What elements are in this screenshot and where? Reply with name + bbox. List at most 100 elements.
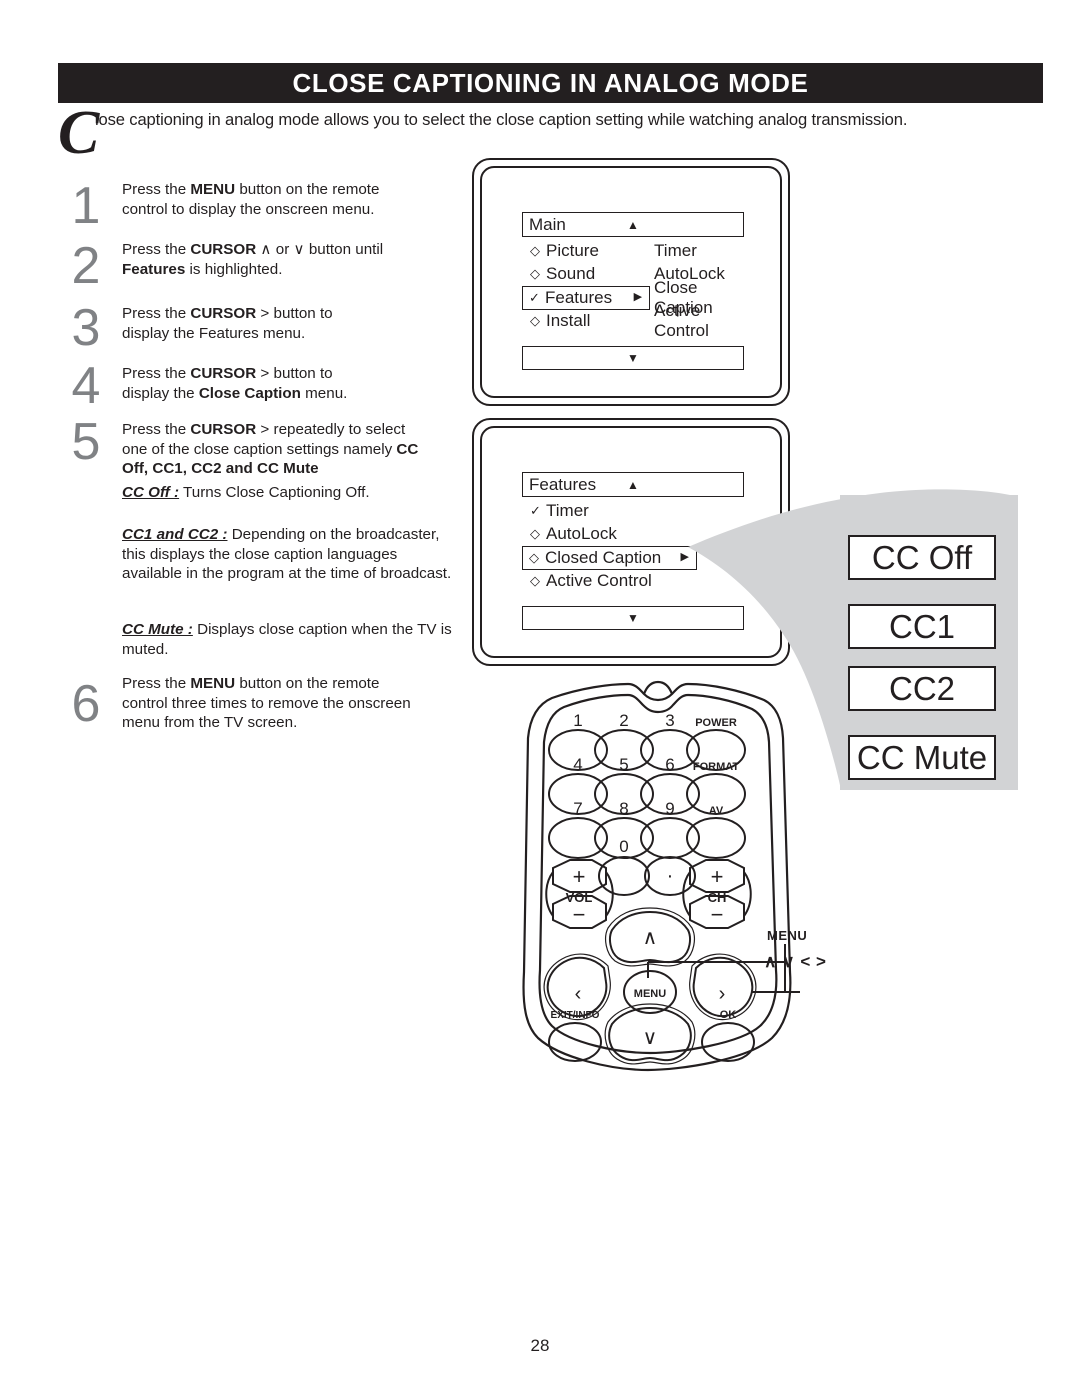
- definition-body: Turns Close Captioning Off.: [179, 484, 370, 501]
- step-text: one of the close caption settings namely: [122, 440, 397, 458]
- step-number-2: 2: [71, 237, 101, 295]
- scroll-down-arrow-icon: ▼: [627, 611, 639, 625]
- osd-item-active-control[interactable]: ◇ Active Control: [522, 570, 697, 594]
- osd-item-label: Timer: [546, 500, 589, 520]
- step-emphasis: Close Caption: [198, 384, 301, 402]
- step-text: Press the: [122, 305, 191, 322]
- step-line: menu from the TV screen.: [122, 713, 458, 733]
- remote-key-label-8: 8: [619, 799, 628, 818]
- cc-option-cc-off[interactable]: CC Off: [848, 535, 996, 580]
- osd-item-autolock[interactable]: ◇ AutoLock: [522, 523, 697, 547]
- definition-term: CC Off :: [122, 484, 180, 501]
- step-emphasis: CURSOR: [190, 421, 257, 438]
- osd-bullet-icon: ✓: [529, 289, 540, 305]
- cc-option-cc1[interactable]: CC1: [848, 604, 996, 649]
- osd-item-sound[interactable]: ◇ Sound: [522, 263, 650, 287]
- step-line: Press the MENU button on the remote: [122, 674, 458, 694]
- step-text: > repeatedly to select: [256, 421, 406, 438]
- step-text: control to display the onscreen menu.: [122, 200, 375, 218]
- step-6: 6 Press the MENU button on the remote cont…: [58, 674, 458, 733]
- step-emphasis: Off, CC1, CC2 and CC Mute: [122, 460, 319, 477]
- scroll-up-arrow-icon[interactable]: ▲: [627, 219, 639, 231]
- step-text: display the: [122, 384, 199, 402]
- osd-bullet-icon: ✓: [530, 502, 541, 518]
- step-text: display the Features menu.: [122, 324, 306, 342]
- remote-key-label-vol-minus: −: [573, 902, 586, 927]
- remote-key-label-2: 2: [619, 711, 628, 730]
- step-text: Press the: [122, 421, 191, 438]
- step-number-4: 4: [71, 357, 101, 415]
- remote-key-label-up: ∧: [643, 927, 658, 949]
- osd-bullet-icon: ◇: [530, 526, 540, 542]
- step-text: button on the remote: [235, 181, 380, 198]
- cc-option-label: CC2: [888, 669, 956, 707]
- step-line: display the Features menu.: [122, 324, 458, 344]
- remote-key-label-left: ‹: [575, 983, 582, 1005]
- remote-key-label-dot: ·: [667, 865, 674, 887]
- step-number-5: 5: [71, 413, 101, 471]
- step-body-4: Press the CURSOR > button to display the …: [122, 364, 458, 403]
- remote-key-label-6: 6: [665, 755, 674, 774]
- cc-option-label: CC Off: [871, 538, 973, 576]
- osd-bullet-icon: ◇: [530, 573, 540, 589]
- step-line: control three times to remove the onscre…: [122, 694, 458, 714]
- step-emphasis: CC: [396, 440, 419, 458]
- step-text: control three times to remove the onscre…: [122, 694, 411, 712]
- osd-item-install[interactable]: ◇ Install: [522, 310, 650, 334]
- step-1: 1 Press the MENU button on the remote cont…: [58, 180, 458, 232]
- osd-bottom-bar-main[interactable]: ▼: [522, 346, 744, 370]
- step-text: Press the: [122, 365, 191, 382]
- osd-item-label: Active Control: [546, 571, 652, 591]
- osd-title-bar-main: Main ▲: [522, 212, 744, 237]
- step-line: Press the MENU button on the remote: [122, 180, 458, 200]
- osd-bullet-icon: ◇: [530, 266, 540, 282]
- step-emphasis: Features: [122, 260, 186, 278]
- step-line: Features is highlighted.: [122, 260, 458, 280]
- osd-item-label: AutoLock: [546, 524, 617, 544]
- osd-bullet-icon: ◇: [530, 242, 540, 258]
- cc-option-label: CC1: [888, 607, 956, 645]
- scroll-up-arrow-icon[interactable]: ▲: [627, 479, 639, 491]
- step-line: one of the close caption settings namely…: [122, 440, 458, 460]
- step-text: is highlighted.: [185, 260, 283, 278]
- osd-title-main: Main: [529, 214, 566, 234]
- step-line: Press the CURSOR ∧ or ∨ button until: [122, 240, 458, 260]
- osd-columns-main: ◇ Picture ◇ Sound ✓ Features ▶ ◇ Install Timer Au…: [522, 239, 744, 341]
- step-text: menu from the TV screen.: [122, 714, 298, 731]
- osd-title-features: Features: [529, 474, 597, 494]
- step-number-6: 6: [71, 675, 101, 733]
- remote-key-label-menu: MENU: [634, 988, 666, 1000]
- step-line: display the Close Caption menu.: [122, 384, 458, 404]
- step-emphasis: MENU: [190, 181, 236, 198]
- osd-right-column-main: Timer AutoLock Close Caption Active Control: [650, 239, 744, 341]
- osd-item-closed-caption[interactable]: ◇ Closed Caption ▶: [522, 546, 697, 570]
- osd-bullet-icon: ◇: [529, 549, 539, 565]
- step-emphasis: CURSOR: [190, 365, 257, 382]
- remote-key-label-power: POWER: [695, 717, 737, 729]
- step-body-3: Press the CURSOR > button to display the …: [122, 304, 458, 343]
- step-text: > button to: [256, 305, 333, 322]
- definition-1: CC1 and CC2 : Depending on the broadcast…: [122, 525, 458, 584]
- step-line: Off, CC1, CC2 and CC Mute: [122, 459, 458, 479]
- step-text: ∧ or ∨ button until: [256, 241, 384, 258]
- remote-key-label-down: ∨: [643, 1027, 658, 1049]
- step-text: button on the remote: [235, 675, 380, 692]
- remote-key-label-ch-plus: +: [711, 864, 724, 889]
- remote-callout-menu: MENU: [767, 928, 807, 943]
- osd-item-label: Sound: [546, 264, 596, 284]
- remote-key-label-3: 3: [665, 711, 674, 730]
- step-number-1: 1: [71, 177, 101, 235]
- osd-item-picture[interactable]: ◇ Picture: [522, 239, 650, 263]
- remote-key-label-9: 9: [665, 799, 674, 818]
- osd-item-features[interactable]: ✓ Features ▶: [522, 286, 651, 310]
- remote-control-diagram: 1 2 3 POWER 4 5 6 FORMAT 7 8 9 AV 0 + VO…: [522, 680, 800, 1072]
- step-text: Press the: [122, 241, 191, 258]
- definition-term: CC Mute :: [122, 621, 193, 638]
- osd-item-timer[interactable]: ✓ Timer: [522, 499, 697, 523]
- step-5: 5 Press the CURSOR > repeatedly to select…: [58, 416, 458, 479]
- osd-main-menu: Main ▲ ◇ Picture ◇ Sound ✓ Features ▶ ◇ Install …: [522, 212, 744, 370]
- remote-key-label-exit-info: EXIT/INFO: [551, 1010, 600, 1021]
- osd-item-label: Closed Caption: [545, 547, 662, 567]
- intro-paragraph: C lose captioning in analog mode allows …: [58, 102, 1048, 164]
- osd-item-label: Features: [545, 287, 613, 307]
